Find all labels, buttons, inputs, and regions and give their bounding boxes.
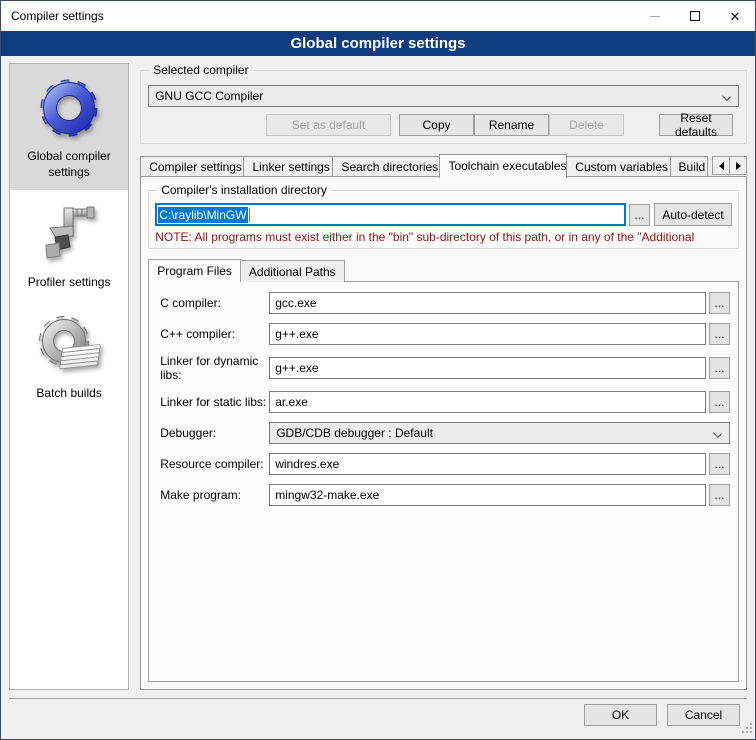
dynamic-linker-browse-button[interactable]: ... xyxy=(709,357,730,379)
copy-button[interactable]: Copy xyxy=(399,114,474,136)
subtab-program-files[interactable]: Program Files xyxy=(148,259,241,282)
toolchain-executables-page: Compiler's installation directory C:\ray… xyxy=(140,176,747,690)
cpp-compiler-input[interactable] xyxy=(269,323,706,345)
resource-compiler-input[interactable] xyxy=(269,453,706,475)
dynamic-linker-label: Linker for dynamic libs: xyxy=(157,354,269,382)
minimize-icon xyxy=(650,16,660,17)
installation-directory-row: C:\raylib\MinGW ... Auto-detect xyxy=(155,203,732,226)
tab-build-options[interactable]: Build xyxy=(670,156,708,177)
window-title: Compiler settings xyxy=(1,9,104,23)
field-row-debugger: Debugger: GDB/CDB debugger : Default xyxy=(157,422,730,444)
installation-directory-group: Compiler's installation directory C:\ray… xyxy=(148,190,739,249)
selected-compiler-group: Selected compiler GNU GCC Compiler Set a… xyxy=(140,70,747,144)
footer: OK Cancel xyxy=(1,699,755,739)
caliper-icon xyxy=(37,202,101,266)
make-program-browse-button[interactable]: ... xyxy=(709,484,730,506)
dynamic-linker-input[interactable] xyxy=(269,357,706,379)
sidebar-item-label: Batch builds xyxy=(36,385,101,401)
program-files-panel: C compiler: ... C++ compiler: ... Linker… xyxy=(148,281,739,682)
static-linker-label: Linker for static libs: xyxy=(157,395,269,409)
tab-scroll-right-icon xyxy=(736,162,741,170)
minimize-button[interactable] xyxy=(635,1,675,31)
reset-defaults-button[interactable]: Reset defaults xyxy=(659,114,733,136)
set-as-default-button[interactable]: Set as default xyxy=(266,114,391,136)
tab-compiler-settings[interactable]: Compiler settings xyxy=(140,156,244,177)
installation-note: NOTE: All programs must exist either in … xyxy=(155,230,732,244)
cpp-compiler-browse-button[interactable]: ... xyxy=(709,323,730,345)
close-icon: ✕ xyxy=(730,10,741,23)
make-program-label: Make program: xyxy=(157,488,269,502)
tab-scroll-left-button[interactable] xyxy=(712,156,730,175)
program-files-tabstrip: Program Files Additional Paths xyxy=(148,259,739,281)
sidebar-item-label: Profiler settings xyxy=(28,274,111,290)
page-title-banner: Global compiler settings xyxy=(1,31,755,56)
resize-grip[interactable] xyxy=(742,723,753,737)
static-linker-browse-button[interactable]: ... xyxy=(709,391,730,413)
compiler-select[interactable]: GNU GCC Compiler xyxy=(148,85,739,107)
debugger-select-value: GDB/CDB debugger : Default xyxy=(276,426,433,440)
tab-scroll-arrows xyxy=(713,156,747,175)
debugger-label: Debugger: xyxy=(157,426,269,440)
gear-blue-icon xyxy=(37,76,101,140)
tab-scroll-right-button[interactable] xyxy=(729,156,747,175)
maximize-icon xyxy=(690,11,700,21)
installation-directory-input[interactable]: C:\raylib\MinGW xyxy=(155,203,626,226)
maximize-button[interactable] xyxy=(675,1,715,31)
installation-directory-browse-button[interactable]: ... xyxy=(629,204,650,226)
sidebar-item-label: Global compiler settings xyxy=(14,148,124,180)
compiler-settings-dialog: Compiler settings ✕ Global compiler sett… xyxy=(0,0,756,740)
ok-button[interactable]: OK xyxy=(584,704,657,726)
close-button[interactable]: ✕ xyxy=(715,1,755,31)
resource-compiler-label: Resource compiler: xyxy=(157,457,269,471)
page-title: Global compiler settings xyxy=(290,35,465,52)
tab-search-directories[interactable]: Search directories xyxy=(332,156,440,177)
static-linker-input[interactable] xyxy=(269,391,706,413)
text-caret xyxy=(249,208,250,222)
chevron-down-icon xyxy=(722,92,731,101)
field-row-make-program: Make program: ... xyxy=(157,484,730,506)
delete-button[interactable]: Delete xyxy=(549,114,624,136)
sidebar-item-batch-builds[interactable]: Batch builds xyxy=(10,301,128,411)
tab-toolchain-executables[interactable]: Toolchain executables xyxy=(439,154,567,178)
make-program-input[interactable] xyxy=(269,484,706,506)
cpp-compiler-label: C++ compiler: xyxy=(157,327,269,341)
installation-directory-legend: Compiler's installation directory xyxy=(157,183,331,197)
settings-tabstrip: Compiler settings Linker settings Search… xyxy=(140,154,747,177)
field-row-cpp-compiler: C++ compiler: ... xyxy=(157,323,730,345)
selected-compiler-legend: Selected compiler xyxy=(149,63,252,77)
window-controls: ✕ xyxy=(635,1,755,31)
c-compiler-input[interactable] xyxy=(269,292,706,314)
field-row-dynamic-linker: Linker for dynamic libs: ... xyxy=(157,354,730,382)
cancel-button[interactable]: Cancel xyxy=(667,704,740,726)
sidebar-item-global-compiler-settings[interactable]: Global compiler settings xyxy=(10,64,128,190)
dialog-body: Global compiler settings xyxy=(1,56,755,698)
chevron-down-icon xyxy=(713,429,722,438)
tab-custom-variables[interactable]: Custom variables xyxy=(566,156,670,177)
field-row-static-linker: Linker for static libs: ... xyxy=(157,391,730,413)
auto-detect-button[interactable]: Auto-detect xyxy=(654,203,732,226)
debugger-select[interactable]: GDB/CDB debugger : Default xyxy=(269,422,730,444)
subtab-additional-paths[interactable]: Additional Paths xyxy=(240,260,345,282)
field-row-c-compiler: C compiler: ... xyxy=(157,292,730,314)
tab-linker-settings[interactable]: Linker settings xyxy=(243,156,333,177)
settings-sidebar: Global compiler settings xyxy=(9,63,129,690)
resource-compiler-browse-button[interactable]: ... xyxy=(709,453,730,475)
c-compiler-label: C compiler: xyxy=(157,296,269,310)
installation-directory-value: C:\raylib\MinGW xyxy=(158,207,247,223)
tab-scroll-left-icon xyxy=(719,162,724,170)
titlebar: Compiler settings ✕ xyxy=(1,1,755,31)
rename-button[interactable]: Rename xyxy=(474,114,549,136)
c-compiler-browse-button[interactable]: ... xyxy=(709,292,730,314)
main-panel: Selected compiler GNU GCC Compiler Set a… xyxy=(140,63,747,690)
field-row-resource-compiler: Resource compiler: ... xyxy=(157,453,730,475)
compiler-buttons-row: Set as default Copy Rename Delete Reset … xyxy=(148,114,739,136)
compiler-select-value: GNU GCC Compiler xyxy=(155,89,263,103)
sidebar-item-profiler-settings[interactable]: Profiler settings xyxy=(10,190,128,300)
gear-stack-icon xyxy=(37,313,101,377)
